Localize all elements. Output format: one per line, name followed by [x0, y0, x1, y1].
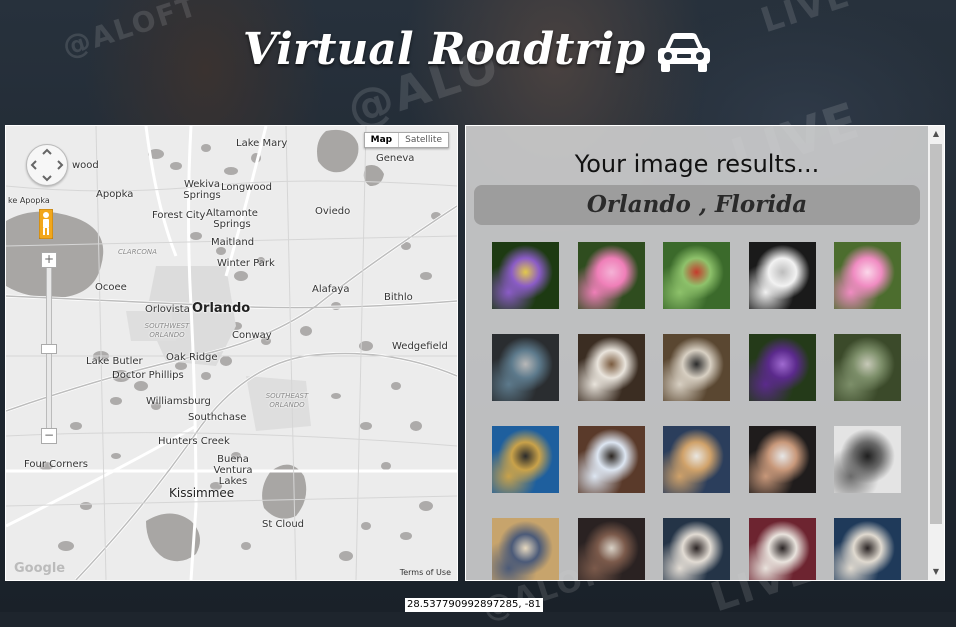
stage-band-thumb[interactable]	[577, 518, 645, 580]
coordinates-readout: 28.537790992897285, -81	[405, 598, 544, 612]
map-label: Orlovista	[145, 304, 190, 315]
scroll-down-arrow-icon[interactable]: ▼	[928, 564, 944, 580]
map-label: wood	[72, 160, 99, 171]
pan-control[interactable]	[26, 144, 68, 186]
map-label: Alafaya	[312, 284, 350, 295]
results-scrollbar[interactable]: ▲ ▼	[928, 126, 944, 580]
tree-thumb[interactable]	[834, 334, 901, 401]
street-view-pegman-icon[interactable]	[39, 209, 53, 239]
map-label: Four Corners	[24, 459, 88, 470]
stage-guitar-thumb[interactable]	[834, 518, 901, 580]
pink-lily-thumb[interactable]	[834, 242, 901, 309]
location-title: Orlando , Florida	[474, 185, 920, 225]
map-label: Williamsburg	[146, 396, 211, 407]
scrollbar-thumb[interactable]	[930, 144, 942, 524]
map-label: Maitland	[211, 237, 255, 248]
purple-lily-thumb[interactable]	[748, 334, 816, 401]
green-plant-thumb[interactable]	[663, 242, 730, 309]
map-type-satellite-button[interactable]: Satellite	[399, 133, 448, 147]
pink-flowers-thumb[interactable]	[577, 242, 645, 309]
zoom-in-button[interactable]: +	[41, 252, 57, 268]
map-type-map-button[interactable]: Map	[365, 133, 400, 147]
map-label: SOUTHWEST ORLANDO	[144, 322, 190, 339]
photo-grid-thumb[interactable]	[577, 334, 645, 401]
painted-car-thumb[interactable]	[492, 426, 559, 493]
pan-arrows-icon	[30, 148, 64, 182]
map-label: Buena Ventura Lakes	[213, 454, 253, 487]
map-label: SOUTHEAST ORLANDO	[265, 392, 309, 409]
map-label: Bithlo	[384, 292, 413, 303]
crowd-art-thumb[interactable]	[492, 518, 559, 580]
map-label: Forest City	[152, 210, 206, 221]
map-label: Orlando	[192, 301, 251, 316]
map-label: Geneva	[376, 153, 415, 164]
map-label: Hunters Creek	[158, 436, 230, 447]
app-header: Virtual Roadtrip	[0, 14, 956, 84]
photo-table-thumb[interactable]	[492, 334, 559, 401]
map-label: Ocoee	[95, 282, 127, 293]
purple-flower-thumb[interactable]	[492, 242, 559, 309]
zoom-out-button[interactable]: −	[41, 428, 57, 444]
map-label: Doctor Phillips	[112, 370, 184, 381]
document-thumb[interactable]	[748, 242, 816, 309]
map-label: Longwood	[221, 182, 272, 193]
photo-display-thumb[interactable]	[663, 334, 730, 401]
terms-of-use-link[interactable]: Terms of Use	[400, 568, 451, 577]
map-label: Kissimmee	[169, 486, 235, 500]
map-label: St Cloud	[262, 519, 305, 530]
zoom-slider-thumb[interactable]	[41, 344, 57, 354]
map-label: Conway	[232, 330, 272, 341]
stage-duo-thumb[interactable]	[748, 518, 816, 580]
stage-singer-thumb[interactable]	[663, 518, 730, 580]
map-label: Oviedo	[315, 206, 351, 217]
map-label: CLARCONA	[118, 248, 157, 256]
map-label: Wedgefield	[392, 341, 448, 352]
map-label: Southchase	[188, 412, 247, 423]
smiling-man-thumb[interactable]	[748, 426, 816, 493]
map-type-toggle[interactable]: Map Satellite	[363, 132, 449, 148]
selfie-thumb[interactable]	[577, 426, 645, 493]
google-logo: Google	[14, 561, 66, 576]
map-label: Oak Ridge	[166, 352, 218, 363]
bw-street-thumb[interactable]	[834, 426, 901, 493]
map-label: ke Apopka	[8, 196, 50, 205]
map-label: Apopka	[96, 189, 134, 200]
scroll-up-arrow-icon[interactable]: ▲	[928, 126, 944, 142]
map-label: Lake Butler	[86, 356, 143, 367]
map-label: Winter Park	[217, 258, 275, 269]
map-label: Lake Mary	[236, 138, 288, 149]
map-view[interactable]: Lake Mary Geneva wood ke Apopka Apopka W…	[5, 125, 458, 581]
thumbnail-grid	[492, 242, 901, 580]
map-label: Altamonte Springs	[206, 208, 258, 230]
car-icon	[658, 33, 711, 72]
results-heading: Your image results...	[574, 150, 820, 178]
cup-sign-thumb[interactable]	[663, 426, 730, 493]
image-results-panel: Your image results... Orlando , Florida …	[465, 125, 945, 581]
app-title: Virtual Roadtrip	[242, 23, 646, 75]
